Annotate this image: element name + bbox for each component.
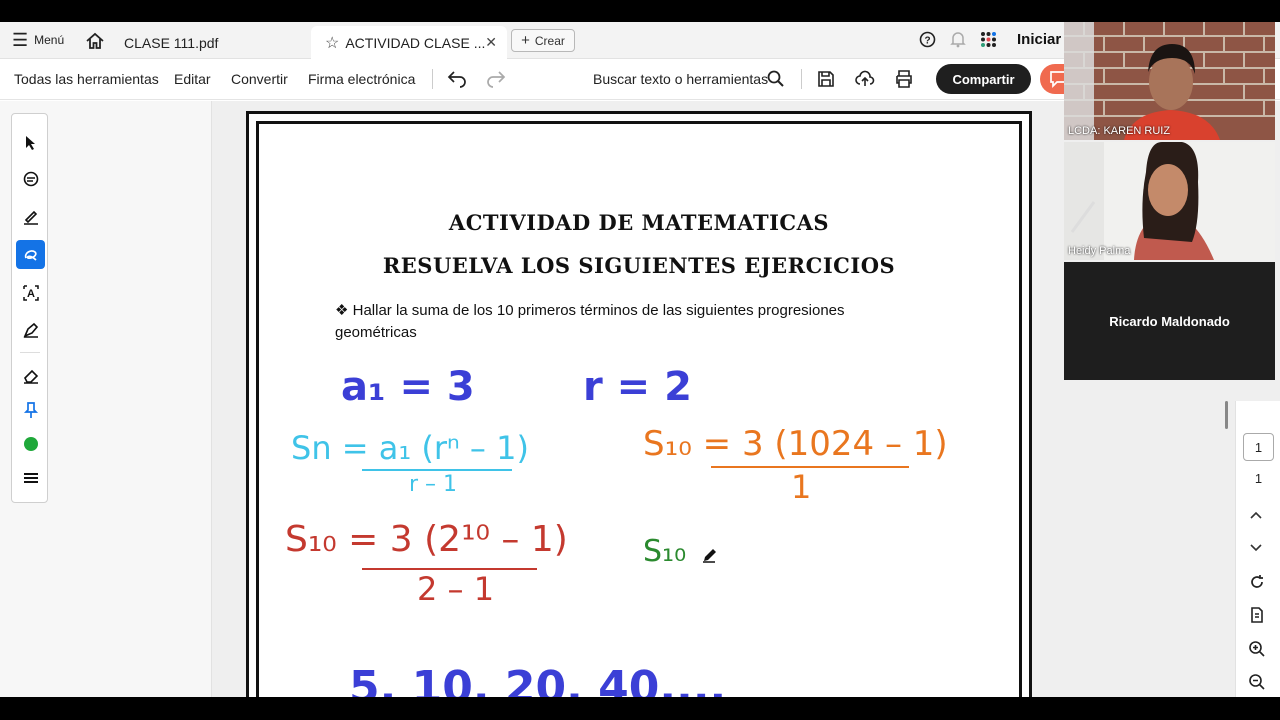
current-page-input[interactable]: 1 [1243, 433, 1274, 461]
tab-label: CLASE 111.pdf [124, 34, 219, 51]
sign-tool[interactable] [16, 315, 45, 344]
convert-button[interactable]: Convertir [231, 71, 288, 87]
total-pages: 1 [1254, 471, 1263, 486]
eraser-tool[interactable] [16, 361, 45, 390]
quick-tools-bar: A [11, 113, 48, 503]
line-weight-icon [23, 472, 38, 483]
menu-label: Menú [34, 33, 65, 47]
draw-tool[interactable] [16, 240, 45, 269]
instruction-text: ❖ Hallar la suma de los 10 primeros térm… [335, 300, 895, 344]
handwritten-r: r = 2 [583, 364, 692, 410]
handwritten-s10-partial: S₁₀ [643, 534, 687, 569]
document-subtitle: RESUELVA LOS SIGUIENTES EJERCICIOS [382, 253, 896, 278]
vertical-scrollbar[interactable] [1225, 401, 1228, 429]
zoom-in-icon[interactable] [1248, 640, 1266, 658]
select-tool[interactable] [16, 128, 45, 157]
handwritten-formula-denominator: r – 1 [409, 472, 458, 497]
svg-text:A: A [27, 288, 35, 300]
page-thumbnail-icon[interactable] [1248, 606, 1266, 624]
share-button[interactable]: Compartir [936, 64, 1031, 94]
home-icon[interactable] [84, 30, 106, 52]
handwritten-formula-numerator: Sn = a₁ (rⁿ – 1) [291, 429, 529, 467]
pencil-icon [23, 210, 38, 225]
color-dot-icon [23, 436, 38, 451]
handwritten-s10b-denominator: 1 [791, 468, 812, 506]
chevron-down-icon[interactable] [1248, 539, 1264, 555]
color-picker[interactable] [16, 429, 45, 458]
video-tile-ricardo[interactable]: Ricardo Maldonado [1064, 262, 1275, 380]
pin-icon [23, 401, 38, 418]
handwritten-s10-numerator: S₁₀ = 3 (2¹⁰ – 1) [285, 519, 568, 560]
apps-grid-icon[interactable] [980, 31, 997, 51]
menu-button[interactable]: ☰ Menú [12, 30, 65, 50]
text-tool[interactable]: A [16, 278, 45, 307]
all-tools-button[interactable]: Todas las herramientas [14, 71, 159, 87]
video-tile-karen[interactable]: LCDA: KAREN RUIZ [1064, 22, 1275, 140]
freehand-draw-icon [24, 249, 37, 261]
participant-name: LCDA: KAREN RUIZ [1068, 125, 1171, 137]
tab-clase-111[interactable]: CLASE 111.pdf [110, 26, 310, 59]
create-label: Crear [534, 33, 565, 48]
chevron-up-icon[interactable] [1248, 508, 1264, 524]
search-tools-field[interactable]: Buscar texto o herramientas [593, 71, 768, 87]
comment-bubble-icon [23, 171, 38, 186]
pdf-page: ACTIVIDAD DE MATEMATICAS RESUELVA LOS SI… [246, 111, 1032, 697]
save-icon[interactable] [815, 68, 837, 90]
help-icon[interactable]: ? [919, 31, 936, 51]
acrobat-window: ☰ Menú CLASE 111.pdf ☆ ACTIVIDAD CLASE .… [0, 22, 1280, 697]
text-box-icon: A [22, 284, 39, 301]
sign-in-link[interactable]: Iniciar [1017, 31, 1061, 48]
eraser-icon [23, 369, 38, 384]
brick-wall-background [1064, 22, 1275, 140]
redo-icon[interactable] [485, 68, 507, 90]
participant-name: Heidy Palma [1068, 245, 1131, 257]
comment-tool[interactable] [16, 165, 45, 194]
undo-icon[interactable] [446, 68, 468, 90]
page-navigation-rail: 1 1 [1235, 401, 1280, 697]
divider [432, 69, 433, 89]
instruction-body: Hallar la suma de los 10 primeros términ… [335, 302, 845, 341]
tab-label: ACTIVIDAD CLASE ... [345, 34, 486, 51]
document-title: ACTIVIDAD DE MATEMATICAS [448, 210, 830, 235]
star-icon[interactable]: ☆ [325, 33, 339, 53]
handwritten-s10-denominator: 2 – 1 [417, 570, 495, 608]
handwritten-a1: a₁ = 3 [341, 364, 475, 410]
bullet-icon: ❖ [335, 302, 349, 319]
close-icon[interactable]: ✕ [485, 34, 497, 51]
participant-video [1064, 142, 1275, 260]
tab-actividad-clase[interactable]: ☆ ACTIVIDAD CLASE ... ✕ [311, 26, 507, 59]
handwritten-sequence: 5, 10, 20, 40,... [349, 662, 727, 697]
pen-nib-icon [22, 322, 38, 338]
plus-icon: + [521, 32, 530, 49]
search-icon[interactable] [765, 68, 787, 90]
create-button[interactable]: + Crear [511, 29, 575, 52]
divider [20, 352, 40, 353]
esign-button[interactable]: Firma electrónica [308, 71, 415, 87]
bell-icon[interactable] [950, 31, 966, 51]
hamburger-icon: ☰ [12, 30, 29, 50]
video-tile-heidy[interactable]: Heidy Palma [1064, 142, 1275, 260]
highlight-tool[interactable] [16, 202, 45, 231]
pin-tool[interactable] [16, 395, 45, 424]
cursor-icon [25, 135, 35, 150]
rotate-icon[interactable] [1248, 573, 1266, 591]
divider [801, 69, 802, 89]
print-icon[interactable] [893, 68, 915, 90]
zoom-out-icon[interactable] [1248, 673, 1266, 691]
edit-button[interactable]: Editar [174, 71, 211, 87]
upload-cloud-icon[interactable] [854, 68, 876, 90]
line-weight-tool[interactable] [16, 463, 45, 492]
handwritten-s10b-numerator: S₁₀ = 3 (1024 – 1) [643, 424, 948, 464]
svg-text:?: ? [924, 36, 930, 47]
pencil-cursor-icon [703, 549, 716, 563]
participant-name: Ricardo Maldonado [1109, 313, 1230, 329]
formula-fraction-bar [362, 469, 512, 471]
